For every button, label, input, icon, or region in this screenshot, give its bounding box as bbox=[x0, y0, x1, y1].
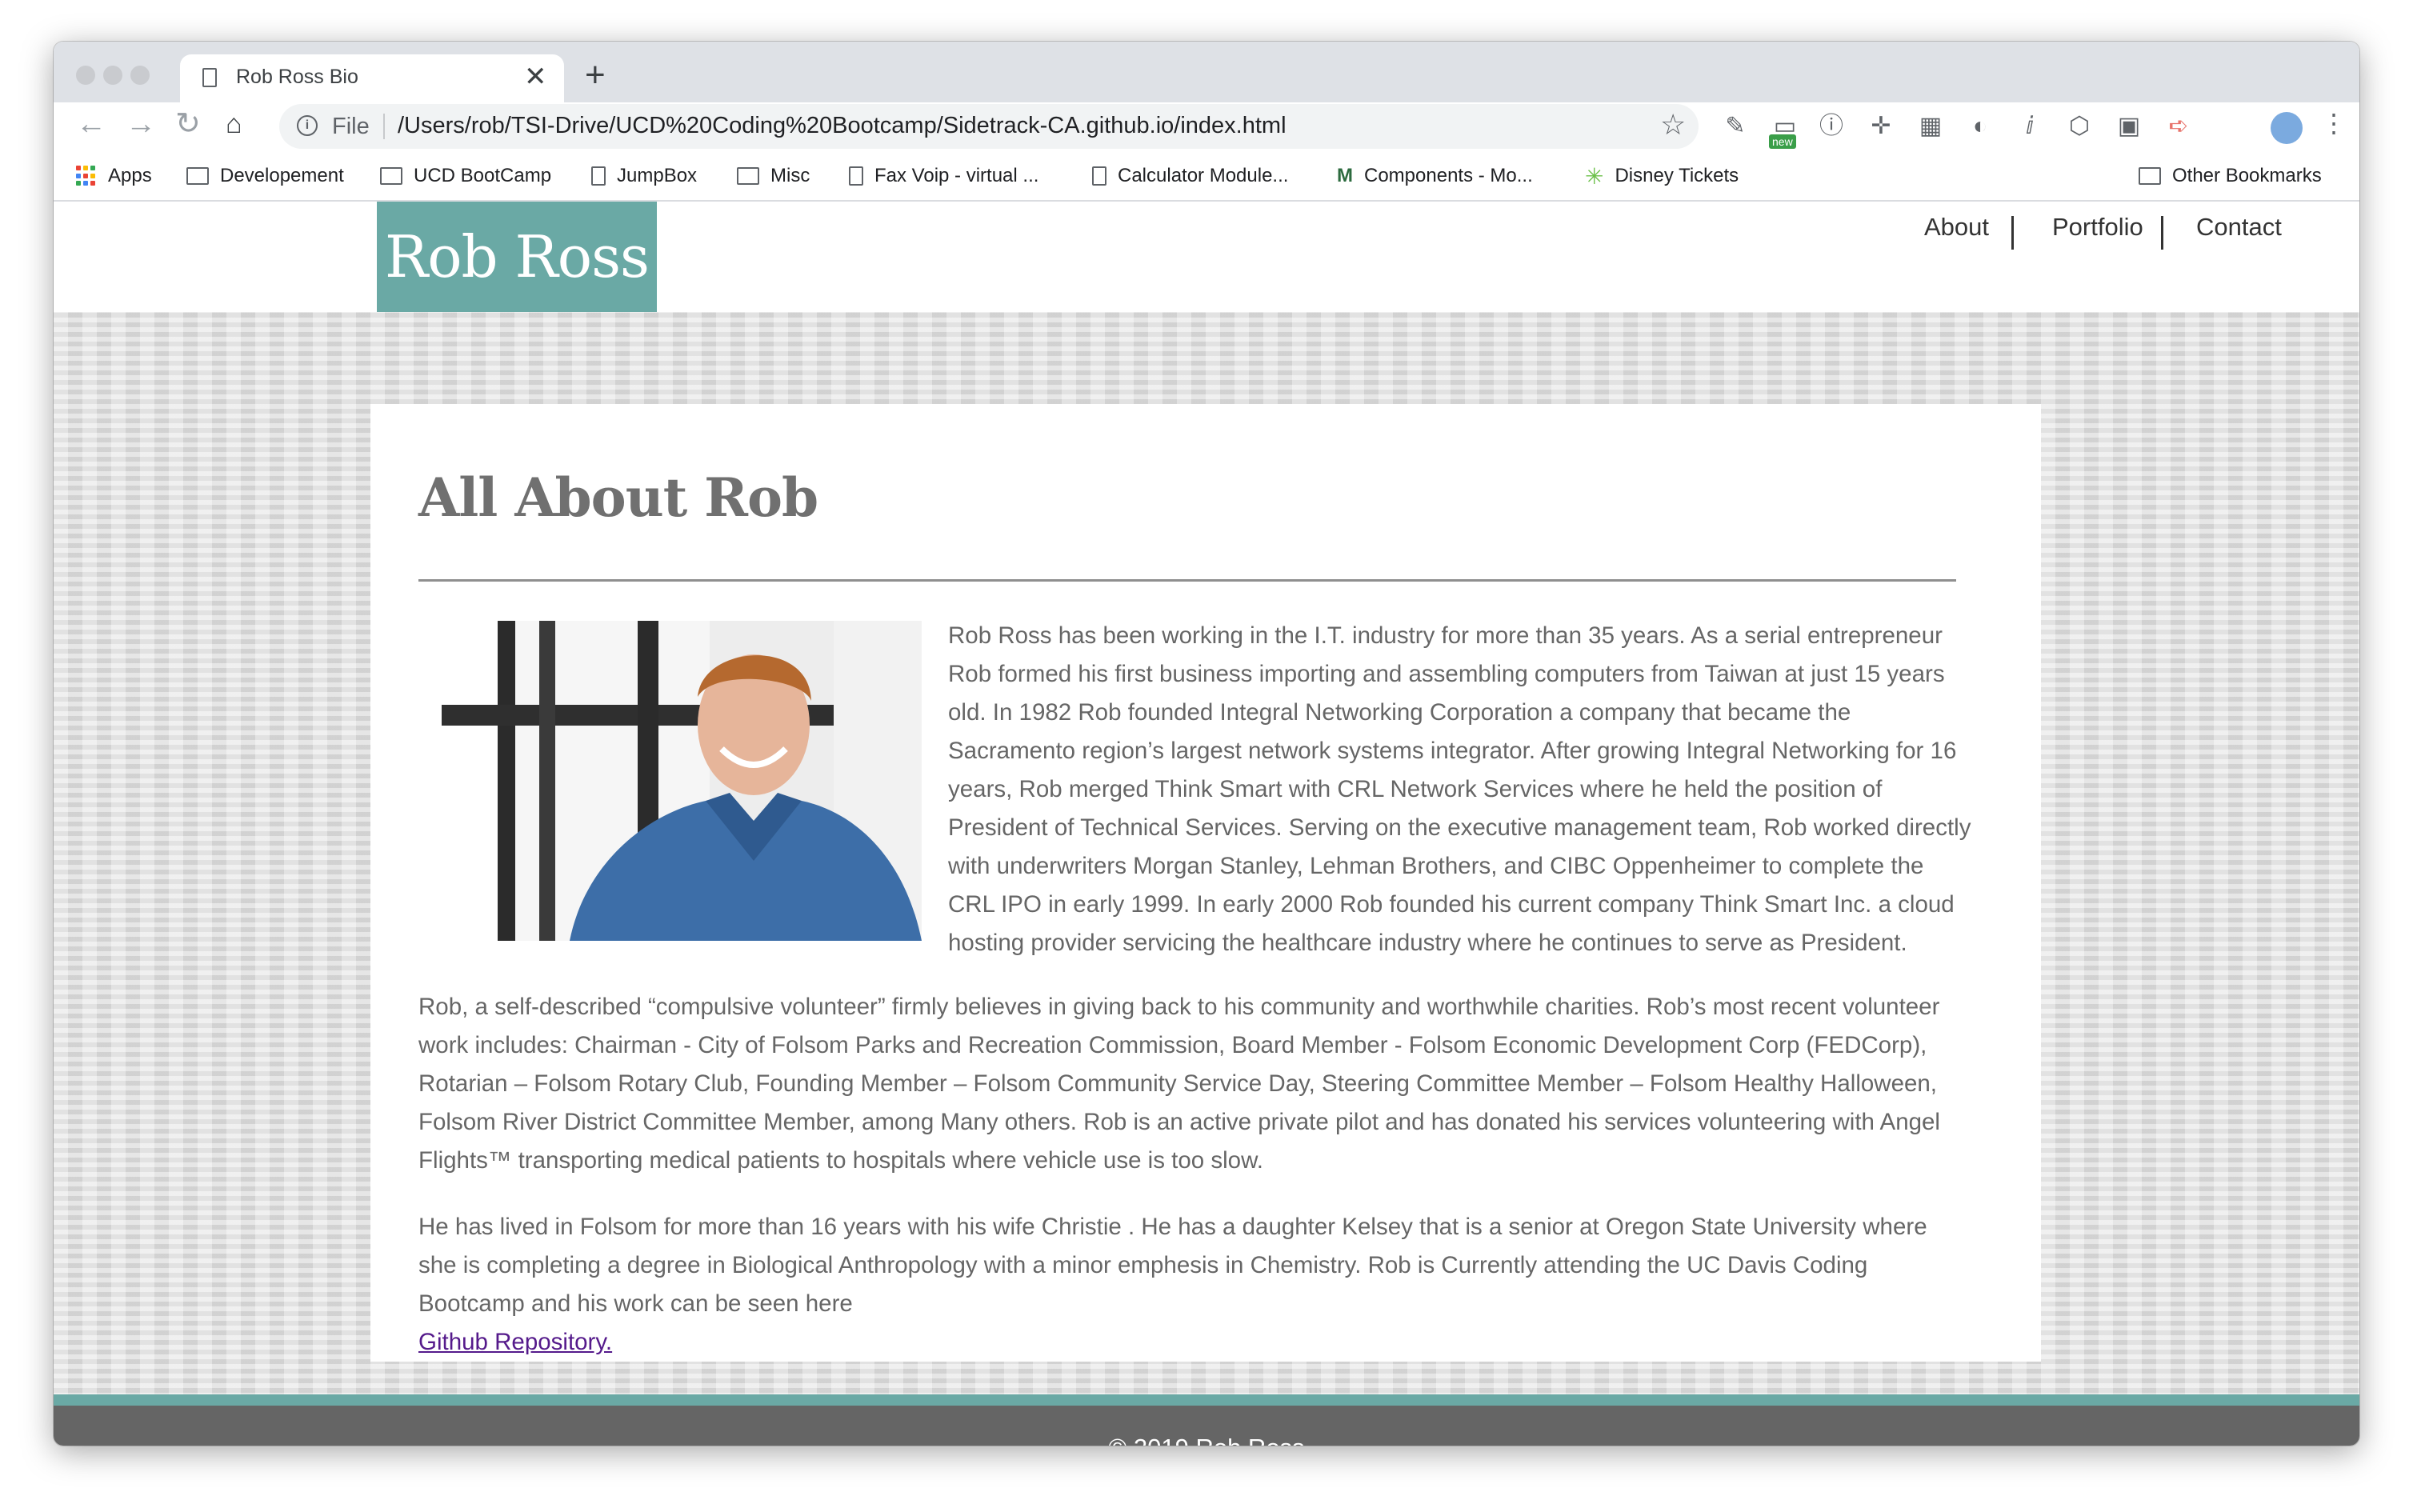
reload-icon[interactable]: ↻ bbox=[175, 109, 201, 139]
nav-divider bbox=[2161, 216, 2163, 250]
page-icon bbox=[591, 166, 606, 186]
home-icon[interactable]: ⌂ bbox=[226, 110, 242, 138]
tab-title: Rob Ross Bio bbox=[236, 66, 358, 88]
m-logo-icon: M bbox=[1337, 165, 1353, 186]
profile-avatar[interactable] bbox=[2271, 112, 2303, 144]
page-viewport: Rob Ross About Portfolio Contact All Abo… bbox=[54, 202, 2359, 1446]
bookmark-fax-voip[interactable]: Fax Voip - virtual ... bbox=[849, 162, 1038, 190]
bookmark-ucd-bootcamp[interactable]: UCD BootCamp bbox=[380, 162, 551, 190]
bookmark-calculator-module[interactable]: Calculator Module... bbox=[1092, 162, 1288, 190]
close-tab-icon[interactable]: ✕ bbox=[524, 61, 547, 93]
tab-strip: Rob Ross Bio ✕ + bbox=[54, 42, 2359, 102]
bookmark-misc[interactable]: Misc bbox=[737, 162, 810, 190]
bio-paragraph-3-text: He has lived in Folsom for more than 16 … bbox=[418, 1214, 1927, 1317]
apps-grid-icon bbox=[76, 166, 97, 186]
site-header: Rob Ross About Portfolio Contact bbox=[54, 202, 2359, 312]
bookmark-disney-tickets[interactable]: ✳ Disney Tickets bbox=[1585, 162, 1739, 190]
window-zoom-dot[interactable] bbox=[130, 66, 150, 85]
footer-copyright: © 2019 Rob Ross bbox=[54, 1434, 2359, 1446]
bio-paragraph-2: Rob, a self-described “compulsive volunt… bbox=[418, 994, 1940, 1174]
bookmark-label: Other Bookmarks bbox=[2172, 165, 2322, 186]
page-icon bbox=[849, 166, 863, 186]
asterisk-icon: ✳ bbox=[1585, 163, 1604, 189]
nav-contact[interactable]: Contact bbox=[2196, 213, 2282, 242]
bookmark-label: Calculator Module... bbox=[1118, 165, 1289, 186]
site-logo[interactable]: Rob Ross bbox=[377, 202, 657, 312]
nav-portfolio[interactable]: Portfolio bbox=[2052, 213, 2143, 242]
bookmark-label: JumpBox bbox=[617, 165, 698, 186]
tab-active[interactable]: Rob Ross Bio ✕ bbox=[180, 54, 564, 102]
back-arrow-icon[interactable]: ← bbox=[76, 109, 106, 139]
github-repository-link[interactable]: Github Repository. bbox=[418, 1329, 612, 1355]
site-footer: © 2019 Rob Ross bbox=[54, 1406, 2359, 1446]
circle-extension-icon[interactable]: ◐ bbox=[1967, 114, 1993, 139]
folder-icon bbox=[186, 167, 209, 185]
bookmark-label: Fax Voip - virtual ... bbox=[874, 165, 1039, 186]
title-divider bbox=[418, 579, 1956, 582]
bio-paragraph-1: Rob Ross has been working in the I.T. in… bbox=[948, 622, 1971, 956]
bookmarks-bar: Apps Developement UCD BootCamp JumpBox M… bbox=[54, 154, 2359, 202]
divider bbox=[383, 114, 385, 139]
new-badge: new bbox=[1769, 134, 1796, 149]
site-logo-text: Rob Ross bbox=[385, 223, 650, 290]
bio-card: All About Rob Rob Ross has been working … bbox=[370, 404, 2041, 1362]
bookmark-other-bookmarks[interactable]: Other Bookmarks bbox=[2139, 162, 2322, 190]
document-icon bbox=[202, 68, 217, 87]
bookmark-label: Misc bbox=[770, 165, 810, 186]
bookmark-jumpbox[interactable]: JumpBox bbox=[591, 162, 697, 190]
italic-info-icon[interactable]: ⅈ bbox=[2017, 114, 2043, 139]
password-icon[interactable]: ⓘ bbox=[1819, 114, 1844, 139]
menu-kebab-icon[interactable]: ⋮ bbox=[2321, 110, 2347, 136]
monitor-icon[interactable]: ▣ bbox=[2116, 114, 2142, 139]
profile-photo bbox=[442, 621, 922, 941]
bookmark-star-icon[interactable]: ☆ bbox=[1660, 110, 1686, 139]
page-title: All About Rob bbox=[418, 466, 818, 529]
nav-about[interactable]: About bbox=[1924, 213, 1989, 242]
window-minimize-dot[interactable] bbox=[103, 66, 122, 85]
cube-icon[interactable]: ⬡ bbox=[2067, 114, 2092, 139]
folder-icon bbox=[2139, 167, 2161, 185]
nav-divider bbox=[2011, 216, 2014, 250]
share-arrow-icon[interactable]: ➪ bbox=[2166, 114, 2191, 139]
url-scheme: File bbox=[332, 114, 370, 139]
eyedropper-icon[interactable]: ✎ bbox=[1723, 114, 1748, 139]
bookmark-label: Components - Mo... bbox=[1364, 165, 1533, 186]
folder-icon bbox=[380, 167, 402, 185]
bookmark-label: UCD BootCamp bbox=[414, 165, 552, 186]
move-icon[interactable]: ✛ bbox=[1868, 114, 1894, 139]
new-tab-button[interactable]: + bbox=[585, 58, 606, 93]
bookmark-label: Disney Tickets bbox=[1615, 165, 1739, 186]
browser-toolbar: ← → ↻ ⌂ i File /Users/rob/TSI-Drive/UCD%… bbox=[54, 102, 2359, 154]
url-text[interactable]: /Users/rob/TSI-Drive/UCD%20Coding%20Boot… bbox=[398, 113, 1287, 139]
bookmark-label: Apps bbox=[108, 165, 152, 186]
footer-accent-stripe bbox=[54, 1394, 2359, 1406]
address-bar[interactable]: i File /Users/rob/TSI-Drive/UCD%20Coding… bbox=[279, 104, 1699, 149]
bookmark-label: Developement bbox=[220, 165, 344, 186]
bookmark-components[interactable]: M Components - Mo... bbox=[1337, 162, 1533, 190]
browser-window: Rob Ross Bio ✕ + ← → ↻ ⌂ i File /Users/r… bbox=[54, 42, 2359, 1446]
bookmark-apps[interactable]: Apps bbox=[76, 162, 152, 190]
bio-paragraph-3: He has lived in Folsom for more than 16 … bbox=[418, 1208, 1971, 1362]
forward-arrow-icon[interactable]: → bbox=[126, 109, 156, 139]
grid-extension-icon[interactable]: ▦ bbox=[1918, 114, 1943, 139]
folder-icon bbox=[737, 167, 759, 185]
window-close-dot[interactable] bbox=[76, 66, 95, 85]
info-icon[interactable]: i bbox=[297, 115, 318, 136]
bookmark-developement[interactable]: Developement bbox=[186, 162, 344, 190]
page-icon bbox=[1092, 166, 1106, 186]
